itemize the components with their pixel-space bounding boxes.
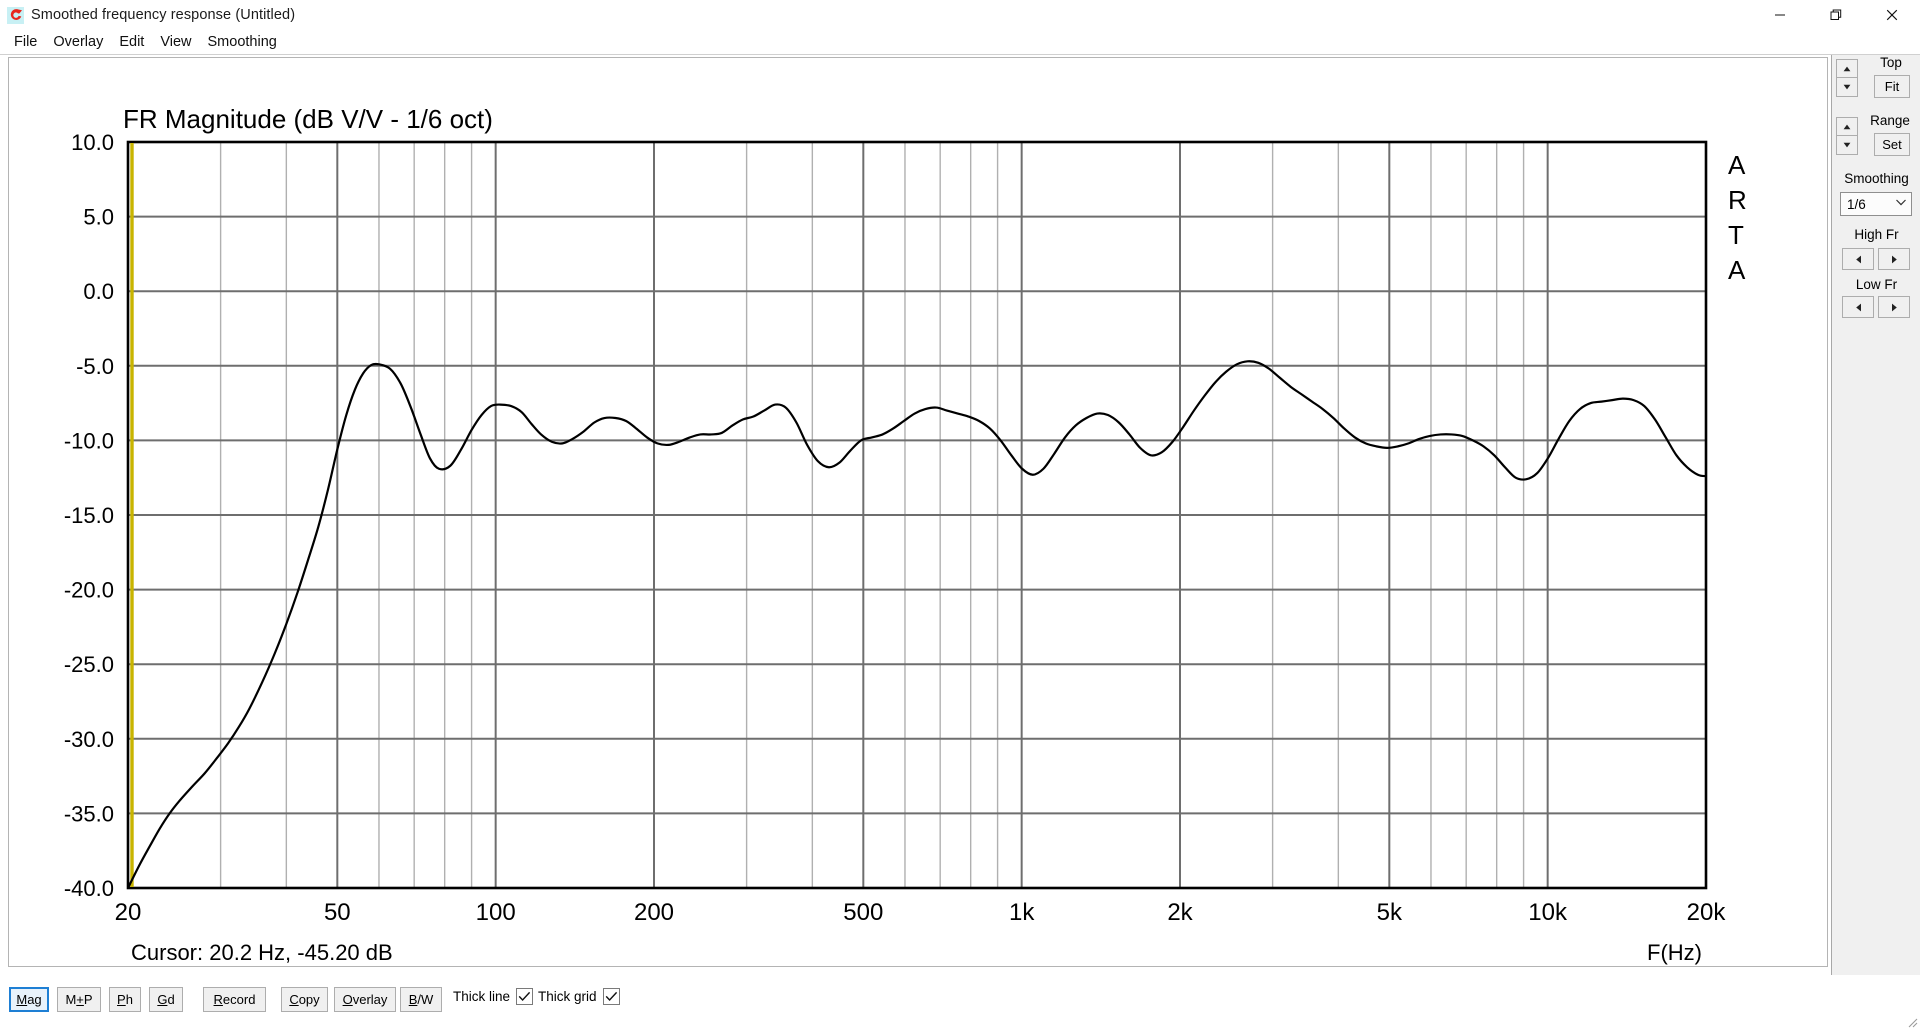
title-bar: Smoothed frequency response (Untitled) bbox=[0, 0, 1920, 30]
x-axis-tick-label: 200 bbox=[634, 899, 674, 926]
low-fr-increase-button[interactable] bbox=[1878, 296, 1910, 318]
x-axis-tick-label: 100 bbox=[476, 899, 516, 926]
mag-button-rest: ag bbox=[27, 992, 42, 1007]
overlay-button[interactable]: Overlay bbox=[334, 987, 396, 1012]
client-area: FR Magnitude (dB V/V - 1/6 oct) 10.0 5.0 0.… bbox=[0, 55, 1920, 975]
arta-watermark-letter: T bbox=[1728, 220, 1744, 250]
thick-grid-checkbox[interactable] bbox=[602, 988, 620, 1005]
triangle-up-icon bbox=[1843, 66, 1851, 71]
triangle-right-icon bbox=[1891, 255, 1897, 263]
smoothing-select[interactable]: 1/6 bbox=[1840, 192, 1912, 216]
copy-button[interactable]: Copy bbox=[281, 987, 328, 1012]
maximize-icon bbox=[1830, 9, 1842, 20]
checkmark-icon bbox=[605, 991, 617, 1002]
frequency-response-graph[interactable]: FR Magnitude (dB V/V - 1/6 oct) 10.0 5.0 0.… bbox=[8, 57, 1828, 967]
chevron-down-icon bbox=[1891, 198, 1911, 210]
arta-watermark-letter: R bbox=[1728, 185, 1747, 215]
m-plus-p-button[interactable]: M + P bbox=[57, 987, 101, 1012]
low-fr-decrease-button[interactable] bbox=[1842, 296, 1874, 318]
x-axis-tick-label: 10k bbox=[1528, 899, 1568, 926]
window-title: Smoothed frequency response (Untitled) bbox=[31, 7, 296, 23]
minimize-button[interactable] bbox=[1752, 0, 1808, 30]
resize-grip-icon[interactable] bbox=[1904, 1014, 1918, 1028]
low-fr-label: Low Fr bbox=[1855, 277, 1898, 292]
x-axis-tick-label: 20 bbox=[115, 899, 142, 926]
menu-item-smoothing[interactable]: Smoothing bbox=[200, 32, 285, 52]
range-label: Range bbox=[1870, 113, 1910, 128]
y-axis-tick-label: -5.0 bbox=[76, 354, 114, 379]
x-axis-tick-label: 5k bbox=[1377, 899, 1403, 926]
range-spinner[interactable] bbox=[1836, 117, 1858, 155]
graph-control-panel: Top Fit Range Set Smoothing 1/6 High Fr … bbox=[1831, 55, 1920, 975]
y-axis-tick-label: 10.0 bbox=[71, 130, 114, 155]
smoothing-label: Smoothing bbox=[1844, 171, 1909, 186]
window-controls bbox=[1752, 0, 1920, 30]
high-fr-decrease-button[interactable] bbox=[1842, 248, 1874, 270]
triangle-right-icon bbox=[1891, 303, 1897, 311]
frequency-response-plot: FR Magnitude (dB V/V - 1/6 oct) 10.0 5.0 0.… bbox=[64, 104, 1747, 965]
y-axis-tick-label: 0.0 bbox=[83, 279, 114, 304]
y-axis-tick-label: -15.0 bbox=[64, 503, 114, 528]
x-axis-tick-label: 500 bbox=[843, 899, 883, 926]
high-fr-label: High Fr bbox=[1854, 227, 1899, 242]
top-spin-down-button[interactable] bbox=[1836, 78, 1858, 97]
ph-button[interactable]: Ph bbox=[109, 987, 141, 1012]
top-label: Top bbox=[1880, 55, 1902, 70]
triangle-down-icon bbox=[1843, 84, 1851, 90]
triangle-down-icon bbox=[1843, 142, 1851, 148]
y-axis-tick-label: -30.0 bbox=[64, 727, 114, 752]
minimize-icon bbox=[1775, 14, 1785, 16]
mag-button[interactable]: Mag bbox=[9, 987, 49, 1012]
menu-item-file[interactable]: File bbox=[6, 32, 45, 52]
top-fit-button[interactable]: Fit bbox=[1874, 75, 1910, 98]
x-axis-tick-label: 2k bbox=[1167, 899, 1193, 926]
triangle-left-icon bbox=[1855, 303, 1861, 311]
y-axis-tick-label: -25.0 bbox=[64, 652, 114, 677]
menu-item-overlay[interactable]: Overlay bbox=[45, 32, 111, 52]
bottom-toolbar: Mag M + P Ph Gd Record Copy Overlay B/W Th… bbox=[0, 975, 1920, 1030]
y-axis-tick-label: -35.0 bbox=[64, 801, 114, 826]
cursor-readout: Cursor: 20.2 Hz, -45.20 dB bbox=[131, 940, 393, 965]
menu-item-edit[interactable]: Edit bbox=[111, 32, 152, 52]
range-spin-up-button[interactable] bbox=[1836, 117, 1858, 136]
arta-watermark-letter: A bbox=[1728, 255, 1746, 285]
y-axis-tick-label: -40.0 bbox=[64, 876, 114, 901]
y-axis-tick-label: -10.0 bbox=[64, 428, 114, 453]
high-fr-increase-button[interactable] bbox=[1878, 248, 1910, 270]
checkmark-icon bbox=[518, 991, 531, 1002]
menu-item-view[interactable]: View bbox=[152, 32, 199, 52]
thick-grid-checkbox-group[interactable]: Thick grid bbox=[538, 988, 620, 1005]
top-spin-up-button[interactable] bbox=[1836, 59, 1858, 78]
thick-line-checkbox-group[interactable]: Thick line bbox=[453, 988, 534, 1005]
x-axis-tick-label: 1k bbox=[1009, 899, 1035, 926]
range-set-button[interactable]: Set bbox=[1874, 133, 1910, 156]
chart-title: FR Magnitude (dB V/V - 1/6 oct) bbox=[123, 104, 493, 134]
bw-button[interactable]: B/W bbox=[400, 987, 442, 1012]
range-spin-down-button[interactable] bbox=[1836, 136, 1858, 155]
triangle-left-icon bbox=[1855, 255, 1861, 263]
x-axis-label: F(Hz) bbox=[1647, 940, 1702, 965]
thick-line-label: Thick line bbox=[453, 989, 511, 1004]
record-button[interactable]: Record bbox=[203, 987, 266, 1012]
thick-line-checkbox[interactable] bbox=[516, 988, 534, 1005]
triangle-up-icon bbox=[1843, 124, 1851, 129]
close-icon bbox=[1886, 9, 1898, 21]
smoothing-value: 1/6 bbox=[1847, 196, 1866, 212]
close-button[interactable] bbox=[1864, 0, 1920, 30]
arta-watermark-letter: A bbox=[1728, 150, 1746, 180]
menu-bar: File Overlay Edit View Smoothing bbox=[0, 30, 1920, 54]
y-axis-tick-label: 5.0 bbox=[83, 205, 114, 230]
x-axis-tick-label: 20k bbox=[1687, 899, 1727, 926]
x-axis-tick-label: 50 bbox=[324, 899, 351, 926]
gd-button[interactable]: Gd bbox=[149, 987, 183, 1012]
arta-logo-icon bbox=[7, 6, 24, 24]
top-spinner[interactable] bbox=[1836, 59, 1858, 97]
maximize-button[interactable] bbox=[1808, 0, 1864, 30]
y-axis-tick-label: -20.0 bbox=[64, 578, 114, 603]
thick-grid-label: Thick grid bbox=[538, 989, 597, 1004]
